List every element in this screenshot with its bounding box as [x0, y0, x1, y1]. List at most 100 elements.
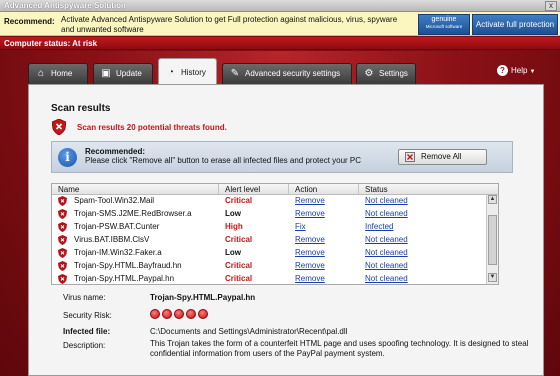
threats-table: Name Alert level Action Status Spam-Tool…: [51, 183, 499, 285]
status-link[interactable]: Not cleaned: [365, 261, 408, 270]
risk-dot-icon: [198, 309, 208, 319]
alert-level: Critical: [225, 274, 253, 283]
status-link[interactable]: Not cleaned: [365, 248, 408, 257]
threat-shield-icon: [58, 235, 67, 245]
info-icon: i: [58, 148, 77, 167]
table-row[interactable]: Virus.BAT.IBBM.ClsV Critical Remove Not cle…: [52, 233, 484, 246]
status-link[interactable]: Infected: [365, 222, 393, 231]
threat-shield-icon: [58, 261, 67, 271]
virus-name-value: Trojan-Spy.HTML.Paypal.hn: [150, 293, 256, 302]
alert-level: Low: [225, 248, 241, 257]
threat-shield-icon: [58, 248, 67, 258]
recommend-bar: Recommend: Activate Advanced Antispyware…: [0, 12, 560, 36]
recommendation-box: i Recommended: Please click "Remove all"…: [51, 141, 513, 173]
threat-name: Trojan-PSW.BAT.Cunter: [74, 222, 160, 231]
table-row[interactable]: Spam-Tool.Win32.Mail Critical Remove Not cl…: [52, 194, 484, 207]
window-title: Advanced Antispyware Solution: [4, 1, 126, 10]
action-link[interactable]: Remove: [295, 196, 325, 205]
alert-level: High: [225, 222, 243, 231]
description-text: This Trojan takes the form of a counterf…: [150, 339, 529, 358]
threat-shield-icon: [58, 274, 67, 284]
virus-name-label: Virus name:: [63, 293, 106, 302]
genuine-badge: genuine Microsoft software: [418, 14, 470, 35]
table-row[interactable]: Trojan-Spy.HTML.Bayfraud.hn Critical Remov…: [52, 259, 484, 272]
help-icon: ?: [497, 65, 508, 76]
tab-update-label: Update: [116, 69, 142, 78]
security-risk-label: Security Risk:: [63, 311, 112, 320]
genuine-badge-subtitle: Microsoft software: [425, 24, 463, 29]
genuine-badge-title: genuine: [431, 16, 457, 23]
chevron-down-icon: ▼: [529, 69, 536, 75]
col-status[interactable]: Status: [365, 185, 388, 194]
scroll-up-icon[interactable]: ▲: [488, 195, 497, 204]
activate-full-protection-button[interactable]: Activate full protection: [472, 14, 558, 35]
tab-settings-label: Settings: [379, 69, 408, 78]
risk-dot-icon: [186, 309, 196, 319]
recommend-label: Recommend:: [4, 17, 55, 26]
history-icon: ◔: [167, 67, 175, 78]
close-button[interactable]: x: [545, 1, 557, 11]
remove-icon: [405, 152, 415, 162]
threat-name: Trojan-SMS.J2ME.RedBrowser.a: [74, 209, 192, 218]
scan-results-title: Scan results: [51, 103, 111, 114]
risk-dot-icon: [162, 309, 172, 319]
table-row[interactable]: Trojan-Spy.HTML.Paypal.hn Critical Remove N…: [52, 272, 484, 284]
threat-shield-icon: [58, 222, 67, 232]
recommended-title: Recommended:: [85, 147, 146, 156]
threat-name: Spam-Tool.Win32.Mail: [74, 196, 155, 205]
infected-file-value: C:\Documents and Settings\Administrator\…: [150, 327, 348, 336]
col-name[interactable]: Name: [58, 185, 79, 194]
status-link[interactable]: Not cleaned: [365, 235, 408, 244]
table-scrollbar[interactable]: ▲ ▼: [486, 195, 498, 284]
recommend-message: Activate Advanced Antispyware Solution t…: [61, 15, 398, 34]
computer-status-bar: Computer status: At risk: [0, 37, 560, 50]
computer-status-text: Computer status: At risk: [4, 39, 98, 48]
table-row[interactable]: Trojan-PSW.BAT.Cunter High Fix Infected: [52, 220, 484, 233]
shield-alert-icon: [52, 119, 66, 135]
help-menu[interactable]: ? Help ▼: [497, 65, 535, 76]
table-row[interactable]: Trojan-SMS.J2ME.RedBrowser.a Low Remove Not…: [52, 207, 484, 220]
alert-level: Critical: [225, 261, 253, 270]
security-risk-rating: [150, 309, 210, 321]
scan-results-summary: Scan results 20 potential threats found.: [77, 123, 227, 132]
status-link[interactable]: Not cleaned: [365, 196, 408, 205]
tab-history-label: History: [181, 68, 206, 77]
status-link[interactable]: Not cleaned: [365, 209, 408, 218]
threat-shield-icon: [58, 196, 67, 206]
threat-name: Trojan-Spy.HTML.Paypal.hn: [74, 274, 175, 283]
tab-home[interactable]: ⌂ Home: [28, 63, 88, 84]
wrench-icon: ✎: [230, 68, 240, 79]
threat-name: Trojan-Spy.HTML.Bayfraud.hn: [74, 261, 182, 270]
remove-all-label: Remove All: [421, 152, 462, 161]
home-icon: ⌂: [37, 68, 45, 79]
action-link[interactable]: Fix: [295, 222, 306, 231]
alert-level: Low: [225, 209, 241, 218]
risk-dot-icon: [174, 309, 184, 319]
col-action[interactable]: Action: [295, 185, 317, 194]
update-icon: ▣: [101, 68, 111, 79]
remove-all-button[interactable]: Remove All: [398, 149, 487, 165]
action-link[interactable]: Remove: [295, 248, 325, 257]
tab-settings[interactable]: ⚙ Settings: [356, 63, 416, 84]
scroll-thumb[interactable]: [488, 215, 497, 265]
alert-level: Critical: [225, 235, 253, 244]
action-link[interactable]: Remove: [295, 274, 325, 283]
action-link[interactable]: Remove: [295, 261, 325, 270]
description-label: Description:: [63, 341, 106, 350]
table-row[interactable]: Trojan-IM.Win32.Faker.a Low Remove Not clea…: [52, 246, 484, 259]
title-bar: Advanced Antispyware Solution x: [0, 0, 560, 12]
history-panel: Scan results Scan results 20 potential t…: [28, 84, 544, 376]
threat-name: Trojan-IM.Win32.Faker.a: [74, 248, 162, 257]
tab-history[interactable]: ◔ History: [158, 58, 217, 86]
col-alert-level[interactable]: Alert level: [225, 185, 260, 194]
tab-update[interactable]: ▣ Update: [93, 63, 153, 84]
action-link[interactable]: Remove: [295, 235, 325, 244]
action-link[interactable]: Remove: [295, 209, 325, 218]
gear-icon: ⚙: [364, 68, 374, 79]
tab-advanced-security-settings-label: Advanced security settings: [245, 69, 341, 78]
recommended-text: Please click "Remove all" button to eras…: [85, 156, 362, 165]
tab-advanced-security-settings[interactable]: ✎ Advanced security settings: [222, 63, 352, 84]
status-link[interactable]: Not cleaned: [365, 274, 408, 283]
scroll-down-icon[interactable]: ▼: [488, 273, 497, 282]
infected-file-label: Infected file:: [63, 327, 111, 336]
